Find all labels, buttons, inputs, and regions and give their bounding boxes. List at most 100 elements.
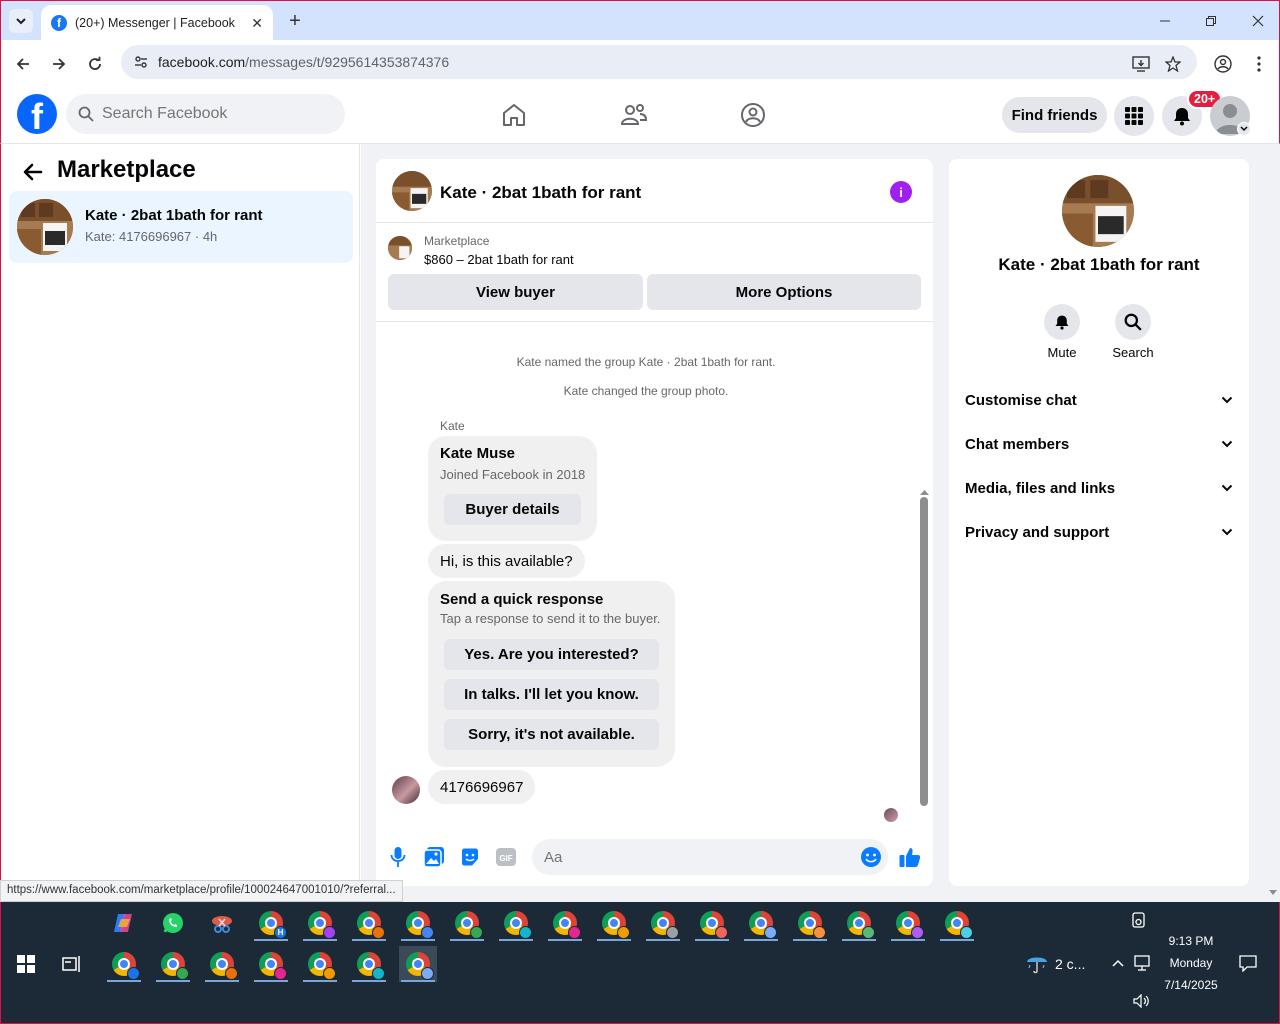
chrome-profile-11[interactable] (742, 905, 780, 941)
back-button[interactable] (9, 50, 37, 78)
mute-button[interactable] (1044, 304, 1080, 340)
back-arrow-icon[interactable] (21, 160, 45, 184)
scroll-down-icon[interactable] (1266, 888, 1280, 898)
section-customise-chat[interactable]: Customise chat (957, 378, 1241, 422)
sticker-icon[interactable] (458, 845, 482, 869)
chrome-profile-19[interactable] (252, 946, 290, 982)
browser-menu-button[interactable] (1245, 50, 1273, 78)
quick-reply-not-available[interactable]: Sorry, it's not available. (444, 719, 659, 750)
group-photo[interactable] (1062, 175, 1134, 247)
network-icon[interactable] (1133, 954, 1153, 972)
message-bubble: 4176696967 (428, 770, 536, 804)
nav-home[interactable] (496, 97, 532, 133)
facebook-search-box[interactable] (66, 94, 345, 134)
chrome-profile-active[interactable] (399, 946, 437, 982)
info-icon[interactable]: i (890, 181, 912, 203)
quick-reply-yes[interactable]: Yes. Are you interested? (444, 639, 659, 670)
bookmark-button[interactable] (1159, 50, 1187, 78)
chrome-profile-4[interactable] (399, 905, 437, 941)
conversation-preview: Kate: 4176696967 · 4h (85, 229, 218, 244)
weather-icon[interactable] (1025, 952, 1049, 974)
sender-avatar[interactable] (392, 776, 420, 804)
emoji-icon[interactable] (859, 845, 883, 869)
chrome-profile-1[interactable]: H (252, 905, 290, 941)
reload-button[interactable] (81, 50, 109, 78)
close-tab-icon[interactable]: ✕ (251, 15, 263, 32)
chrome-profile-10[interactable] (693, 905, 731, 941)
chat-title[interactable]: Kate · 2bat 1bath for rant (440, 183, 641, 203)
minimize-button[interactable] (1145, 9, 1185, 33)
chrome-profile-18[interactable] (203, 946, 241, 982)
chrome-profile-12[interactable] (791, 905, 829, 941)
photo-icon[interactable] (422, 845, 446, 869)
chrome-profile-3[interactable] (350, 905, 388, 941)
menu-button[interactable] (1114, 96, 1154, 136)
profile-button[interactable] (1209, 50, 1237, 78)
section-chat-members[interactable]: Chat members (957, 422, 1241, 466)
tray-chevron-up-icon[interactable] (1111, 958, 1125, 968)
chrome-profile-17[interactable] (154, 946, 192, 982)
message-composer: GIF (376, 829, 933, 886)
nav-groups[interactable] (735, 97, 771, 133)
chrome-profile-9[interactable] (644, 905, 682, 941)
listing-category: Marketplace (424, 234, 490, 248)
gif-icon[interactable]: GIF (494, 845, 518, 869)
message-input-box[interactable] (532, 839, 888, 875)
listing-title[interactable]: $860 – 2bat 1bath for rant (424, 252, 574, 267)
site-settings-icon[interactable] (129, 50, 153, 74)
windows-start-button[interactable] (7, 946, 45, 982)
quick-reply-in-talks[interactable]: In talks. I'll let you know. (444, 679, 659, 710)
message-input[interactable] (544, 848, 844, 866)
section-privacy-support[interactable]: Privacy and support (957, 510, 1241, 554)
clock-date[interactable]: 7/14/2025 (1161, 978, 1221, 992)
browser-tab[interactable]: f (20+) Messenger | Facebook ✕ (41, 5, 273, 41)
chrome-profile-20[interactable] (301, 946, 339, 982)
nav-friends[interactable] (616, 97, 652, 133)
view-buyer-button[interactable]: View buyer (388, 274, 643, 310)
tab-search-button[interactable] (9, 9, 33, 33)
snipping-tool-icon[interactable] (203, 905, 241, 941)
install-app-button[interactable] (1127, 50, 1155, 78)
whatsapp-icon[interactable] (154, 905, 192, 941)
facebook-search-input[interactable] (102, 105, 322, 123)
chrome-profile-21[interactable] (350, 946, 388, 982)
chrome-profile-7[interactable] (546, 905, 584, 941)
chrome-profile-14[interactable] (889, 905, 927, 941)
address-bar[interactable]: facebook.com/messages/t/9295614353874376 (121, 45, 1197, 79)
copilot-icon[interactable] (105, 905, 143, 941)
chrome-profile-13[interactable] (840, 905, 878, 941)
volume-icon[interactable] (1133, 994, 1151, 1008)
buyer-details-button[interactable]: Buyer details (444, 494, 581, 525)
section-media-files-links[interactable]: Media, files and links (957, 466, 1241, 510)
chrome-profile-16[interactable] (105, 946, 143, 982)
task-view-button[interactable] (53, 946, 91, 982)
notification-center-icon[interactable] (1239, 954, 1257, 972)
clock-day[interactable]: Monday (1161, 956, 1221, 970)
bell-icon (1174, 108, 1190, 126)
chrome-profile-5[interactable] (448, 905, 486, 941)
restore-button[interactable] (1191, 9, 1231, 33)
clock-time[interactable]: 9:13 PM (1161, 934, 1221, 948)
chat-scrollbar-thumb[interactable] (920, 497, 928, 806)
account-chevron-icon[interactable] (1237, 122, 1251, 136)
forward-button[interactable] (45, 50, 73, 78)
conversation-item[interactable]: Kate · 2bat 1bath for rant Kate: 4176696… (9, 191, 353, 263)
close-window-button[interactable] (1238, 9, 1278, 33)
chrome-profile-15[interactable] (938, 905, 976, 941)
weather-text[interactable]: 2 c... (1055, 956, 1085, 972)
search-in-chat-button[interactable] (1115, 304, 1151, 340)
meet-now-icon[interactable] (1131, 912, 1147, 930)
page-scrollbar[interactable] (1266, 144, 1280, 902)
more-options-button[interactable]: More Options (647, 274, 921, 310)
find-friends-button[interactable]: Find friends (1002, 97, 1107, 133)
chat-thumbnail[interactable] (392, 171, 432, 211)
microphone-icon[interactable] (386, 845, 410, 869)
new-tab-button[interactable]: + (283, 9, 307, 33)
friends-icon (620, 104, 648, 125)
thumbs-up-icon[interactable] (898, 845, 922, 869)
sender-name: Kate (440, 419, 465, 433)
chrome-profile-2[interactable] (301, 905, 339, 941)
chrome-profile-8[interactable] (595, 905, 633, 941)
facebook-logo-icon[interactable]: f (17, 94, 57, 134)
chrome-profile-6[interactable] (497, 905, 535, 941)
